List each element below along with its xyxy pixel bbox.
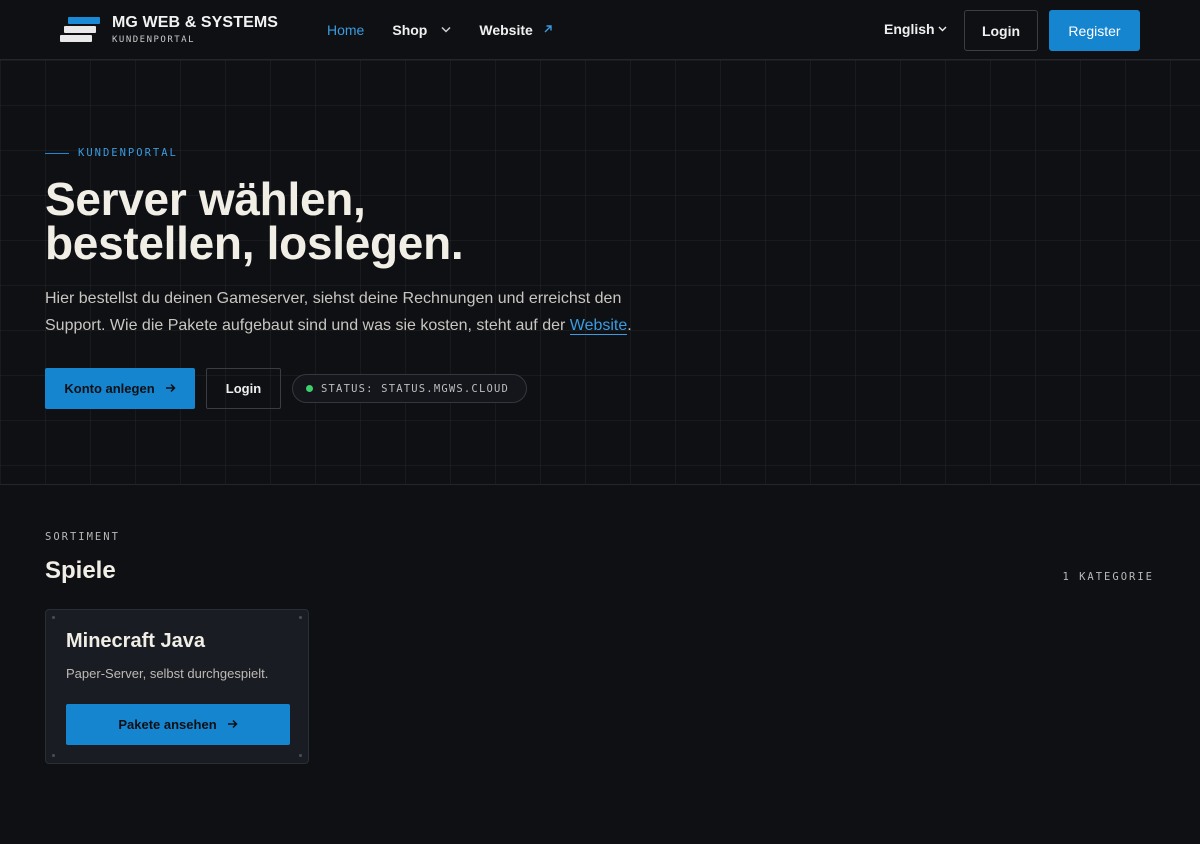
brand-logo[interactable]: MG WEB & SYSTEMS KUNDENPORTAL: [60, 14, 278, 45]
product-card: Minecraft Java Paper-Server, selbst durc…: [45, 609, 309, 764]
status-text: STATUS: STATUS.MGWS.CLOUD: [321, 382, 510, 395]
status-dot-icon: [306, 385, 313, 392]
nav-home[interactable]: Home: [327, 22, 364, 38]
register-button[interactable]: Register: [1049, 10, 1140, 51]
view-packages-button[interactable]: Pakete ansehen: [66, 704, 290, 745]
corner-dot: [299, 754, 302, 757]
external-link-icon: [543, 23, 553, 37]
corner-dot: [299, 616, 302, 619]
hero-login-button[interactable]: Login: [206, 368, 281, 409]
arrow-right-icon: [227, 717, 238, 732]
hero-title: Server wählen, bestellen, loslegen.: [45, 176, 745, 266]
category-count: 1 KATEGORIE: [1062, 571, 1154, 583]
view-packages-label: Pakete ansehen: [118, 717, 217, 732]
section-label: SORTIMENT: [45, 531, 120, 543]
hero-section: KUNDENPORTAL Server wählen, bestellen, l…: [0, 60, 1200, 485]
login-button[interactable]: Login: [964, 10, 1038, 51]
nav-website-label: Website: [479, 22, 533, 38]
hero-eyebrow: KUNDENPORTAL: [45, 147, 178, 159]
hero-description: Hier bestellst du deinen Gameserver, sie…: [45, 286, 685, 339]
corner-dot: [52, 754, 55, 757]
language-select[interactable]: English: [884, 21, 947, 37]
logo-icon: [60, 14, 102, 44]
eyebrow-text: KUNDENPORTAL: [78, 147, 178, 159]
card-title: Minecraft Java: [66, 630, 205, 652]
hero-text-end: .: [627, 316, 632, 334]
chevron-down-icon: [441, 24, 451, 36]
top-header: MG WEB & SYSTEMS KUNDENPORTAL Home Shop …: [0, 0, 1200, 60]
status-badge[interactable]: STATUS: STATUS.MGWS.CLOUD: [292, 374, 527, 403]
website-link[interactable]: Website: [569, 316, 628, 335]
create-account-label: Konto anlegen: [64, 381, 155, 396]
section-title: Spiele: [45, 557, 116, 584]
hero-title-line2: bestellen, loslegen.: [45, 217, 464, 269]
brand-subtitle: KUNDENPORTAL: [112, 35, 196, 45]
language-label: English: [884, 21, 935, 37]
card-description: Paper-Server, selbst durchgespielt.: [66, 666, 269, 681]
nav-website[interactable]: Website: [479, 22, 552, 38]
eyebrow-divider: [45, 152, 69, 154]
corner-dot: [52, 616, 55, 619]
brand-title: MG WEB & SYSTEMS: [112, 14, 279, 31]
chevron-down-icon: [938, 24, 947, 35]
main-nav: Home Shop Website: [327, 0, 581, 60]
nav-shop[interactable]: Shop: [392, 22, 451, 38]
hero-text-main: Hier bestellst du deinen Gameserver, sie…: [45, 290, 622, 334]
nav-shop-label: Shop: [392, 22, 428, 38]
create-account-button[interactable]: Konto anlegen: [45, 368, 195, 409]
arrow-right-icon: [165, 381, 176, 396]
nav-home-label: Home: [327, 22, 365, 38]
